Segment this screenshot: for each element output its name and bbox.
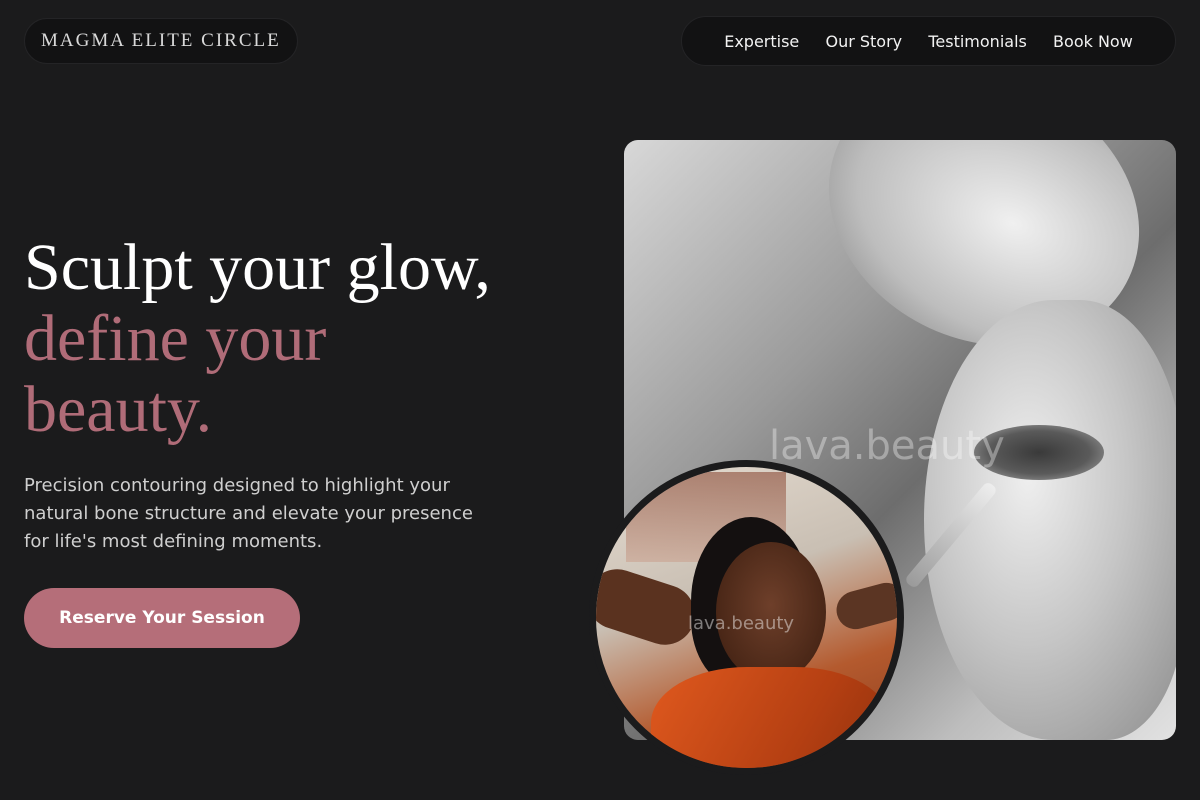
photo-dress-shape: [651, 667, 891, 768]
headline-line-3: beauty.: [24, 373, 213, 446]
brand-logo[interactable]: MAGMA ELITE CIRCLE: [24, 18, 298, 64]
headline-line-1: Sculpt your glow,: [24, 231, 491, 304]
nav-link-expertise[interactable]: Expertise: [724, 32, 799, 51]
photo-arm-shape: [596, 561, 703, 653]
photo-model-face: [716, 542, 826, 682]
nav-link-book-now[interactable]: Book Now: [1053, 32, 1133, 51]
makeup-artist-photo: lava.beauty: [589, 460, 904, 775]
brand-name: MAGMA ELITE CIRCLE: [41, 30, 281, 51]
circle-photo-watermark: lava.beauty: [688, 613, 795, 634]
nav-link-testimonials[interactable]: Testimonials: [928, 32, 1027, 51]
headline-line-2: define your: [24, 302, 327, 375]
nav-link-our-story[interactable]: Our Story: [825, 32, 902, 51]
reserve-session-button[interactable]: Reserve Your Session: [24, 588, 300, 648]
main-nav: Expertise Our Story Testimonials Book No…: [681, 16, 1176, 66]
hero-headline: Sculpt your glow, define your beauty.: [24, 232, 584, 445]
hero-description: Precision contouring designed to highlig…: [24, 475, 473, 552]
photo-hand-shape: [832, 578, 897, 634]
photo-watermark: lava.beauty: [769, 423, 1005, 469]
